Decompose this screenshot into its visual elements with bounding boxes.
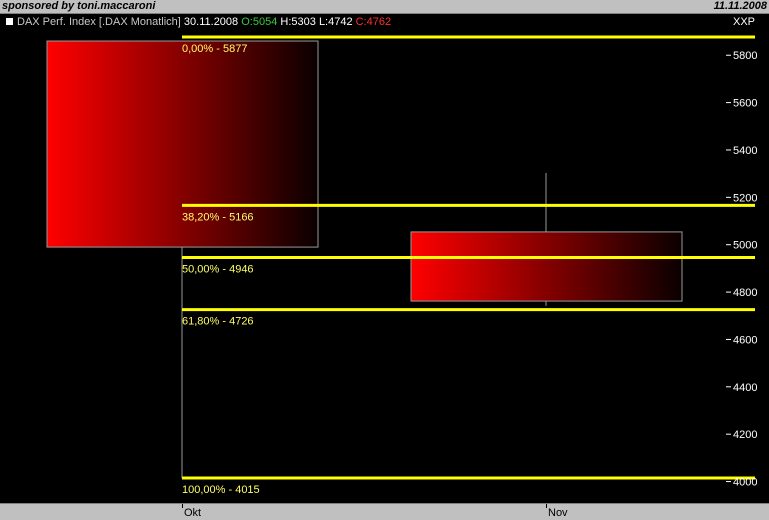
fib-label: 0,00% - 5877 — [182, 43, 247, 55]
y-tick-label: 5600 — [733, 98, 757, 110]
y-tick-label: 5200 — [733, 192, 757, 204]
price-chart: 0,00% - 5877 38,20% - 5166 50,00% - 4946 61… — [46, 35, 757, 496]
candle-body — [410, 231, 683, 302]
x-tick-label: Okt — [184, 507, 202, 519]
legend-close: C:4762 — [355, 16, 392, 28]
y-tick-label: 4800 — [733, 287, 757, 299]
fib-label: 38,20% - 5166 — [182, 211, 254, 223]
x-tick — [546, 504, 547, 508]
y-tick-label: 4400 — [733, 382, 757, 394]
y-axis-unit: XXP — [733, 16, 756, 28]
y-tick-label: 5400 — [733, 145, 757, 157]
y-tick-label: 4600 — [733, 334, 757, 346]
legend-low: L:4742 — [318, 16, 353, 28]
x-tick-label: Nov — [548, 507, 568, 519]
legend-high: H:5303 — [280, 16, 316, 28]
fib-label: 61,80% - 4726 — [182, 316, 254, 328]
y-tick-label: 5800 — [733, 50, 757, 62]
fib-label: 100,00% - 4015 — [182, 484, 260, 496]
legend-date: 30.11.2008 — [183, 16, 239, 28]
legend-open: O:5054 — [241, 16, 278, 28]
y-tick-label: 4200 — [733, 429, 757, 441]
x-axis-bar: Okt Nov — [0, 503, 769, 520]
legend-instrument: DAX Perf. Index [.DAX Monatlich] — [17, 16, 181, 28]
y-tick-label: 5000 — [733, 240, 757, 252]
legend-marker-icon — [6, 18, 13, 25]
chart-legend: DAX Perf. Index [.DAX Monatlich] 30.11.2… — [6, 16, 391, 28]
x-tick — [182, 504, 183, 508]
fib-label: 50,00% - 4946 — [182, 264, 254, 276]
y-tick-label: 4000 — [733, 477, 757, 489]
